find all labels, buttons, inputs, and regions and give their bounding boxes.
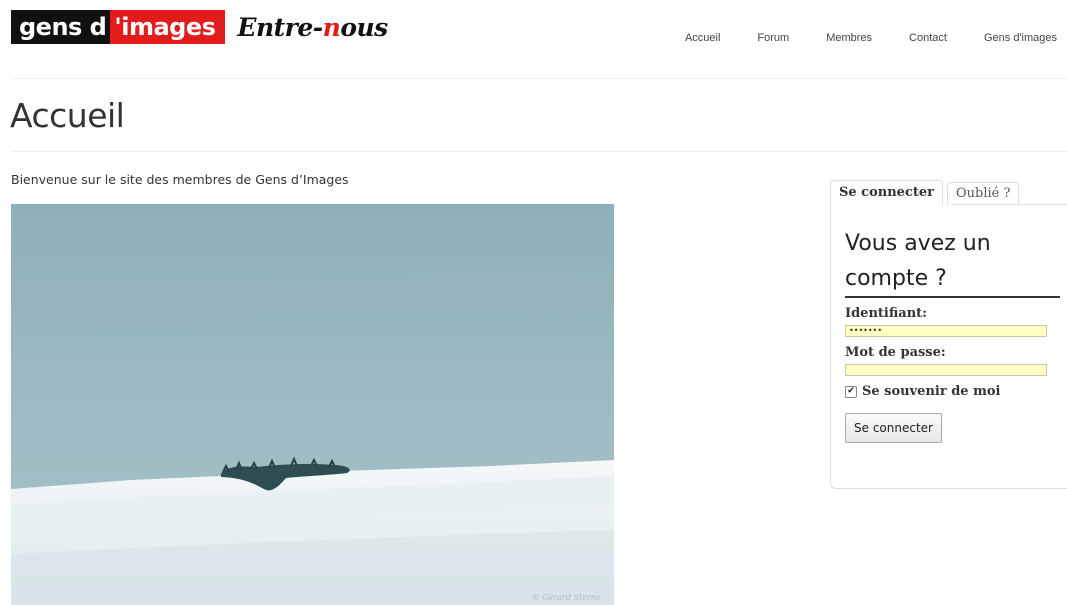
- username-field[interactable]: •••••••: [845, 325, 1047, 337]
- intro-text: Bienvenue sur le site des membres de Gen…: [11, 172, 349, 187]
- winter-landscape-image: [11, 204, 614, 605]
- header-divider: [11, 78, 1067, 79]
- featured-photo: © Gérard Sterns: [11, 204, 614, 605]
- tab-oublie[interactable]: Oublié ?: [947, 182, 1020, 205]
- title-divider: [11, 151, 1067, 152]
- password-field[interactable]: [845, 364, 1047, 376]
- logo-script-tagline: Entre-nous: [237, 12, 388, 42]
- nav-item-forum[interactable]: Forum: [757, 32, 789, 44]
- nav-item-accueil[interactable]: Accueil: [685, 32, 720, 44]
- photo-credit: © Gérard Sterns: [531, 593, 600, 602]
- nav-item-gens-d-images[interactable]: Gens d'images: [984, 32, 1057, 44]
- page-title: Accueil: [10, 96, 125, 135]
- nav-item-membres[interactable]: Membres: [826, 32, 872, 44]
- logo-part-red-text: images: [121, 13, 216, 41]
- remember-me-checkbox[interactable]: ✔: [845, 385, 857, 398]
- logo-wordmark: gens d 'images: [11, 10, 226, 44]
- login-title: Vous avez un compte ?: [845, 204, 1060, 298]
- logo-part-black: gens d: [11, 10, 111, 44]
- username-label: Identifiant:: [845, 306, 927, 321]
- remember-me-row: ✔ Se souvenir de moi: [845, 384, 1055, 399]
- remember-me-label: Se souvenir de moi: [862, 384, 1001, 399]
- login-submit-button[interactable]: Se connecter: [845, 413, 942, 443]
- main-nav: Accueil Forum Membres Contact Gens d'ima…: [685, 32, 1057, 44]
- nav-item-contact[interactable]: Contact: [909, 32, 947, 44]
- logo-script-accent: n: [322, 12, 341, 42]
- login-panel: Vous avez un compte ? Identifiant: •••••…: [830, 204, 1067, 489]
- logo-script-post: ous: [340, 12, 388, 42]
- login-tabs: Se connecter Oublié ?: [830, 180, 1067, 205]
- logo-part-red: 'images: [110, 10, 226, 44]
- login-module: Se connecter Oublié ? Vous avez un compt…: [830, 180, 1067, 489]
- site-logo[interactable]: gens d 'images Entre-nous: [11, 10, 388, 44]
- tab-se-connecter[interactable]: Se connecter: [830, 180, 943, 205]
- logo-script-pre: Entre-: [237, 12, 323, 42]
- password-label: Mot de passe:: [845, 345, 946, 360]
